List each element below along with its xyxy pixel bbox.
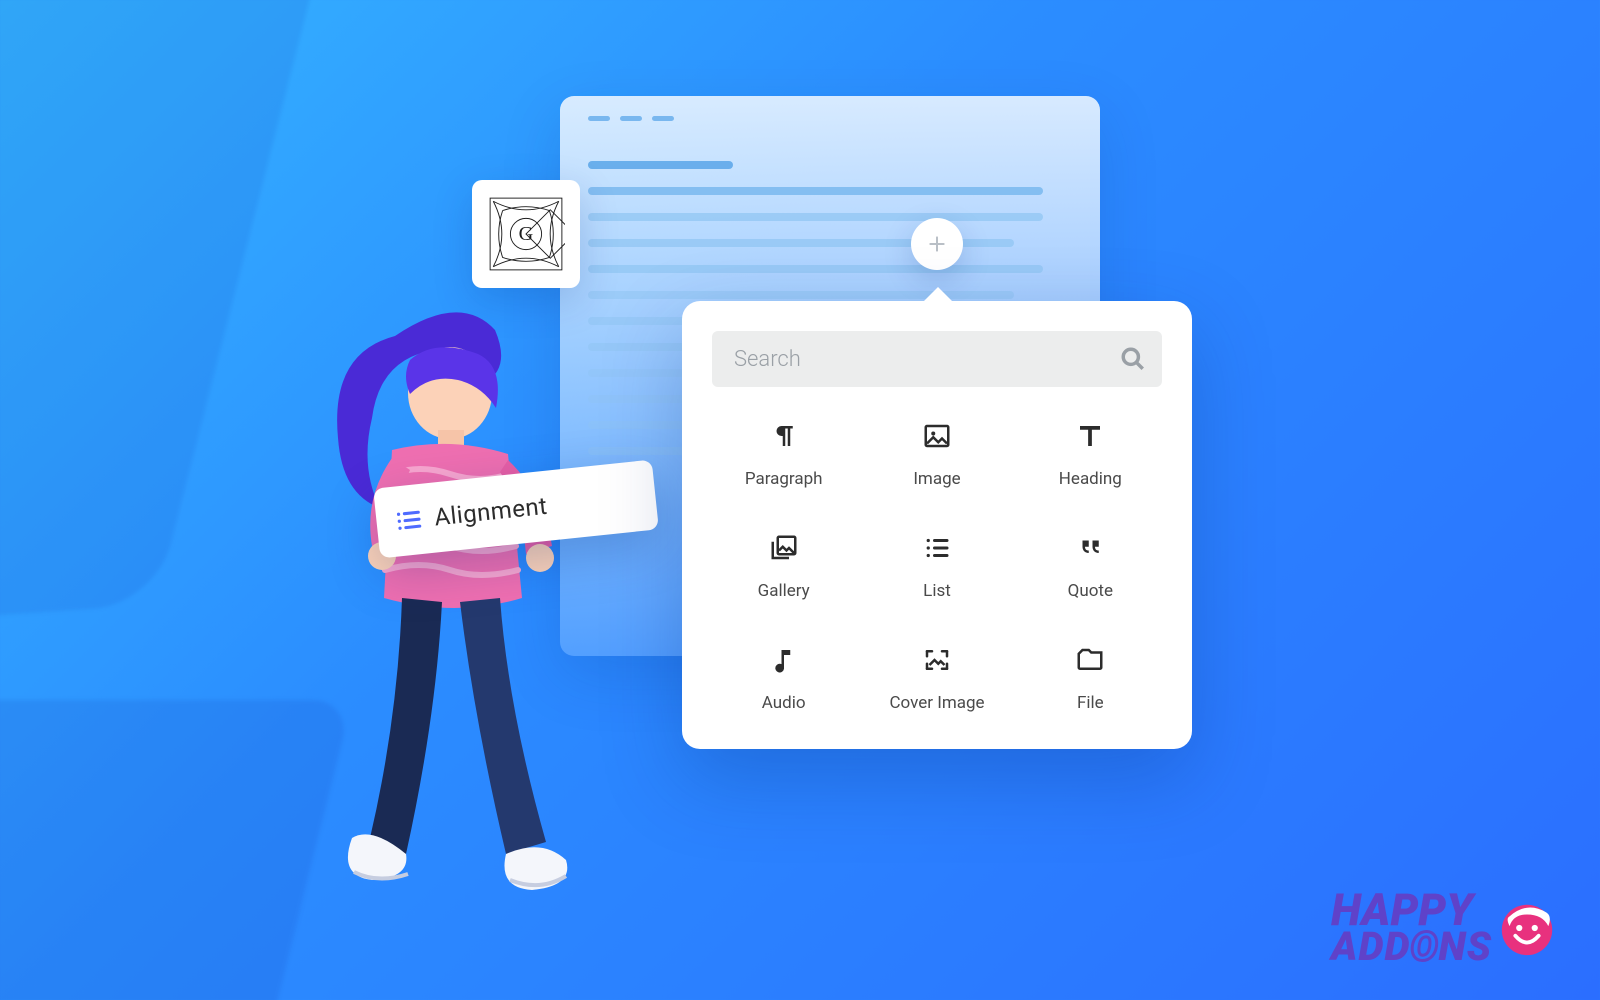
list-icon (922, 533, 952, 563)
block-quote[interactable]: Quote (1019, 533, 1162, 601)
block-label: List (923, 581, 951, 601)
list-icon (393, 505, 424, 536)
block-paragraph[interactable]: Paragraph (712, 421, 855, 489)
image-icon (922, 421, 952, 451)
block-audio[interactable]: Audio (712, 645, 855, 713)
background-shape (0, 700, 352, 1000)
search-input[interactable] (712, 331, 1162, 387)
heading-icon (1075, 421, 1105, 451)
block-cover-image[interactable]: Cover Image (865, 645, 1008, 713)
block-image[interactable]: Image (865, 421, 1008, 489)
window-controls (588, 116, 1072, 121)
block-file[interactable]: File (1019, 645, 1162, 713)
block-label: Image (913, 469, 960, 489)
background-shape (0, 0, 333, 634)
block-gallery[interactable]: Gallery (712, 533, 855, 601)
alignment-label: Alignment (433, 492, 549, 532)
block-heading[interactable]: Heading (1019, 421, 1162, 489)
block-label: Cover Image (889, 693, 984, 713)
happy-addons-logo: HAPPY ADDONS (1331, 892, 1558, 964)
block-label: Heading (1059, 469, 1122, 489)
cover-image-icon (922, 645, 952, 675)
brand-line2: ADDONS (1331, 930, 1492, 964)
block-label: Paragraph (745, 469, 823, 489)
gallery-icon (769, 533, 799, 563)
paragraph-icon (769, 421, 799, 451)
block-label: File (1077, 693, 1104, 713)
block-label: Audio (762, 693, 806, 713)
brand-face-icon (1496, 897, 1558, 959)
svg-text:G: G (519, 223, 534, 245)
file-icon (1075, 645, 1105, 675)
block-grid: Paragraph Image Heading Gallery (712, 421, 1162, 713)
audio-icon (769, 645, 799, 675)
quote-icon (1075, 533, 1105, 563)
search-icon (1120, 346, 1146, 372)
add-block-button[interactable] (911, 218, 963, 270)
gutenberg-ornament-tile: G (472, 180, 580, 288)
block-label: Quote (1068, 581, 1113, 601)
block-list[interactable]: List (865, 533, 1008, 601)
block-label: Gallery (758, 581, 810, 601)
block-inserter-popover: Paragraph Image Heading Gallery (682, 301, 1192, 749)
